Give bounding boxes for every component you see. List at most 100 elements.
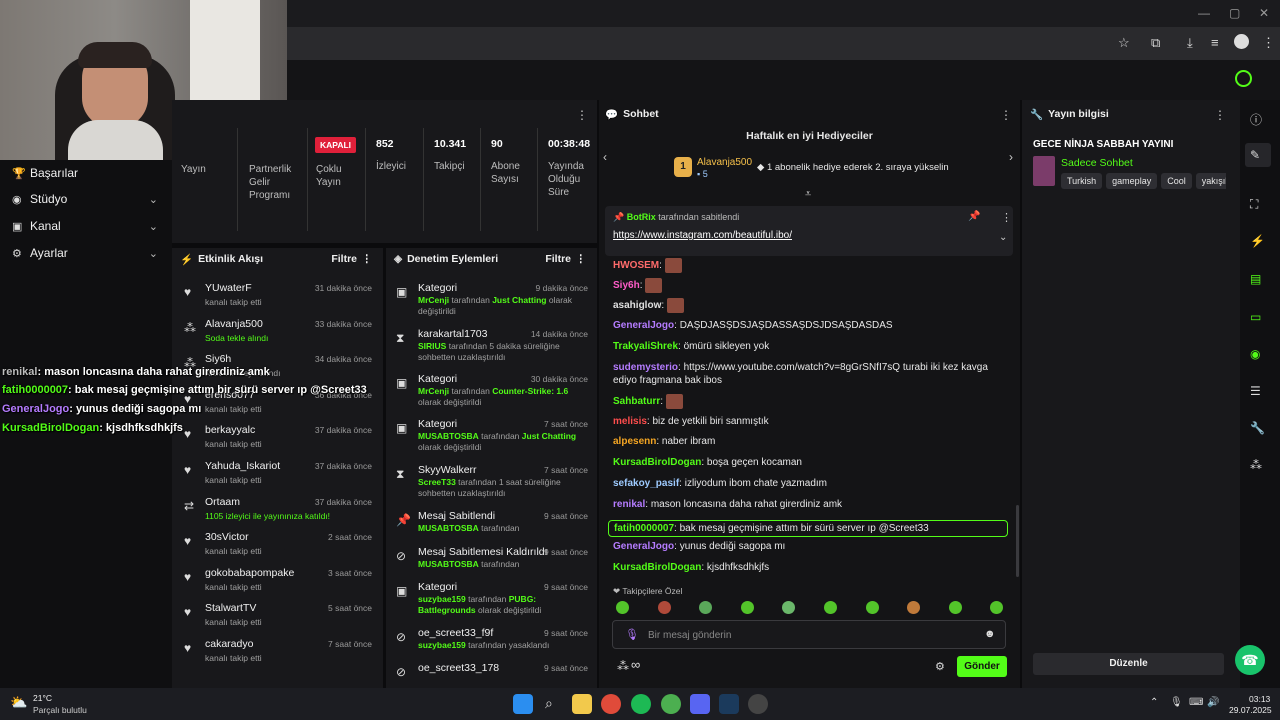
chrome-icon[interactable]: [601, 694, 621, 714]
chat-icon[interactable]: ▭: [1250, 310, 1261, 324]
stat-yayin[interactable]: Yayın: [181, 163, 206, 176]
stream-tag[interactable]: yakışık: [1195, 173, 1226, 189]
moderator-name[interactable]: suzybae159: [418, 640, 466, 650]
activity-row[interactable]: ♥ berkayyalc kanalı takip etti 37 dakika ön…: [172, 422, 382, 458]
chevron-right-icon[interactable]: ›: [1009, 150, 1013, 164]
emoji-icon[interactable]: ☻: [984, 628, 996, 640]
mic-icon[interactable]: 🎙: [625, 628, 639, 641]
steam-icon[interactable]: [719, 694, 739, 714]
activity-user[interactable]: Ortaam: [205, 496, 240, 508]
moderator-name[interactable]: MUSABTOSBA: [418, 431, 479, 441]
close-icon[interactable]: ✕: [1259, 6, 1269, 20]
network-icon[interactable]: ⌨: [1189, 697, 1203, 708]
chat-username[interactable]: TrakyaliShrek: [613, 341, 678, 352]
browser-menu-icon[interactable]: ⋮: [1262, 35, 1275, 51]
chat-username[interactable]: GeneralJogo: [613, 541, 674, 552]
stat-partnerlik[interactable]: Partnerlik Gelir Programı: [249, 163, 307, 202]
chat-username[interactable]: sefakoy_pasif: [613, 478, 679, 489]
emote-icon[interactable]: [699, 601, 713, 614]
chat-username[interactable]: alpesenn: [613, 436, 656, 447]
moderator-name[interactable]: MrCenji: [418, 295, 449, 305]
activity-row[interactable]: ⇄ Ortaam 1105 izleyici ile yayınınıza katı…: [172, 494, 382, 530]
wrench-icon[interactable]: 🔧: [1250, 421, 1265, 435]
chat-username[interactable]: asahiglow: [613, 300, 661, 311]
chat-username[interactable]: Siy6h: [613, 280, 640, 291]
moderation-menu-icon[interactable]: ⋮: [576, 253, 587, 265]
moderator-name[interactable]: MrCenji: [418, 386, 449, 396]
chat-username[interactable]: sudemysterio: [613, 362, 678, 373]
emote-icon[interactable]: [616, 601, 629, 614]
weather-text[interactable]: Parçalı bulutlu: [33, 705, 87, 715]
moderator-name[interactable]: suzybae159: [418, 594, 466, 604]
emote-icon[interactable]: [990, 601, 1004, 614]
emote-icon[interactable]: [824, 601, 837, 614]
activity-user[interactable]: StalwartTV: [205, 602, 256, 614]
moderation-filter-button[interactable]: Filtre: [545, 253, 571, 265]
chat-username[interactable]: KursadBirolDogan: [613, 457, 701, 468]
category-name[interactable]: Sadece Sohbet: [1061, 157, 1133, 169]
activity-row[interactable]: ♥ gokobabapompake kanalı takip etti 3 saat …: [172, 565, 382, 601]
document-icon[interactable]: ▤: [1250, 272, 1261, 286]
volume-icon[interactable]: 🔊: [1207, 697, 1219, 708]
emote-icon[interactable]: [782, 601, 796, 614]
chat-username[interactable]: renikal: [613, 499, 645, 510]
nav-ayarlar[interactable]: ⚙ Ayarlar ⌄: [0, 240, 172, 266]
moderator-name[interactable]: SIRIUS: [418, 341, 446, 351]
info-icon[interactable]: ⓘ: [1250, 111, 1262, 128]
chat-scrollbar[interactable]: [1016, 505, 1019, 577]
stream-tag[interactable]: gameplay: [1106, 173, 1158, 189]
activity-menu-icon[interactable]: ⋮: [362, 253, 373, 265]
gifter-name[interactable]: Alavanja500: [697, 157, 752, 168]
windows-start-icon[interactable]: [513, 694, 533, 714]
infinity-icon[interactable]: ∞: [631, 657, 640, 672]
nav-kanal[interactable]: ▣ Kanal ⌄: [0, 213, 172, 239]
unpin-icon[interactable]: 📌: [968, 211, 980, 222]
emote-icon[interactable]: [907, 601, 921, 614]
search-icon[interactable]: ⌕: [545, 695, 553, 712]
spotify-icon[interactable]: [631, 694, 651, 714]
chat-username[interactable]: KursadBirolDogan: [613, 562, 701, 573]
support-chat-icon[interactable]: ☎: [1235, 645, 1265, 675]
weather-temp[interactable]: 21°C: [33, 693, 52, 703]
activity-row[interactable]: ♥ YUwaterF kanalı takip etti 31 dakika önce: [172, 280, 382, 316]
chat-username[interactable]: GeneralJogo: [613, 320, 674, 331]
chat-username[interactable]: HWOSEM: [613, 260, 659, 271]
kick-dots-icon[interactable]: ⁂: [1250, 458, 1262, 472]
emote-icon[interactable]: [740, 601, 754, 614]
nav-basarilar[interactable]: 🏆 Başarılar: [0, 160, 172, 186]
activity-user[interactable]: 30sVictor: [205, 531, 249, 543]
moderator-name[interactable]: ScreeT33: [418, 477, 456, 487]
chevron-left-icon[interactable]: ‹: [603, 150, 607, 164]
stream-tag[interactable]: Cool: [1161, 173, 1192, 189]
reading-list-icon[interactable]: ≡: [1211, 35, 1219, 50]
clock-date[interactable]: 29.07.2025: [1229, 705, 1272, 715]
activity-user[interactable]: Siy6h: [205, 353, 231, 365]
activity-user[interactable]: gokobabapompake: [205, 567, 294, 579]
bookmark-star-icon[interactable]: ☆: [1118, 35, 1130, 51]
activity-row[interactable]: ♥ 30sVictor kanalı takip etti 2 saat önce: [172, 529, 382, 565]
chrome-profile-icon[interactable]: [661, 694, 681, 714]
kick-dots-icon[interactable]: ⁂: [617, 659, 629, 673]
expand-icon[interactable]: ⛶: [1250, 197, 1258, 212]
nav-studyo[interactable]: ◉ Stüdyo ⌄: [0, 186, 172, 212]
moderator-name[interactable]: MUSABTOSBA: [418, 523, 479, 533]
minimize-icon[interactable]: —: [1198, 6, 1210, 20]
clock-time[interactable]: 03:13: [1249, 694, 1270, 704]
activity-user[interactable]: cakaradyo: [205, 638, 253, 650]
stat-coklu[interactable]: Çoklu Yayın: [316, 163, 356, 189]
info-menu-icon[interactable]: ⋮: [1214, 108, 1226, 122]
emote-icon[interactable]: [948, 601, 962, 614]
activity-row[interactable]: ⁂ Alavanja500 Soda tekle alındı 33 dakika ö…: [172, 316, 382, 352]
stats-menu-icon[interactable]: ⋮: [576, 108, 588, 122]
list-icon[interactable]: ☰: [1250, 384, 1261, 398]
activity-row[interactable]: ♥ Yahuda_Iskariot kanalı takip etti 37 daki…: [172, 458, 382, 494]
emote-icon[interactable]: [657, 601, 671, 614]
pencil-icon[interactable]: ✎: [1250, 148, 1260, 162]
maximize-icon[interactable]: ▢: [1229, 6, 1240, 20]
pinned-menu-icon[interactable]: ⋮: [1001, 211, 1012, 224]
profile-avatar[interactable]: [1234, 34, 1249, 49]
mic-icon[interactable]: 🎙: [1170, 697, 1183, 708]
activity-user[interactable]: berkayyalc: [205, 424, 255, 436]
activity-row[interactable]: ♥ cakaradyo kanalı takip etti 7 saat önce: [172, 636, 382, 672]
broadcast-icon[interactable]: ◉: [1250, 347, 1260, 361]
